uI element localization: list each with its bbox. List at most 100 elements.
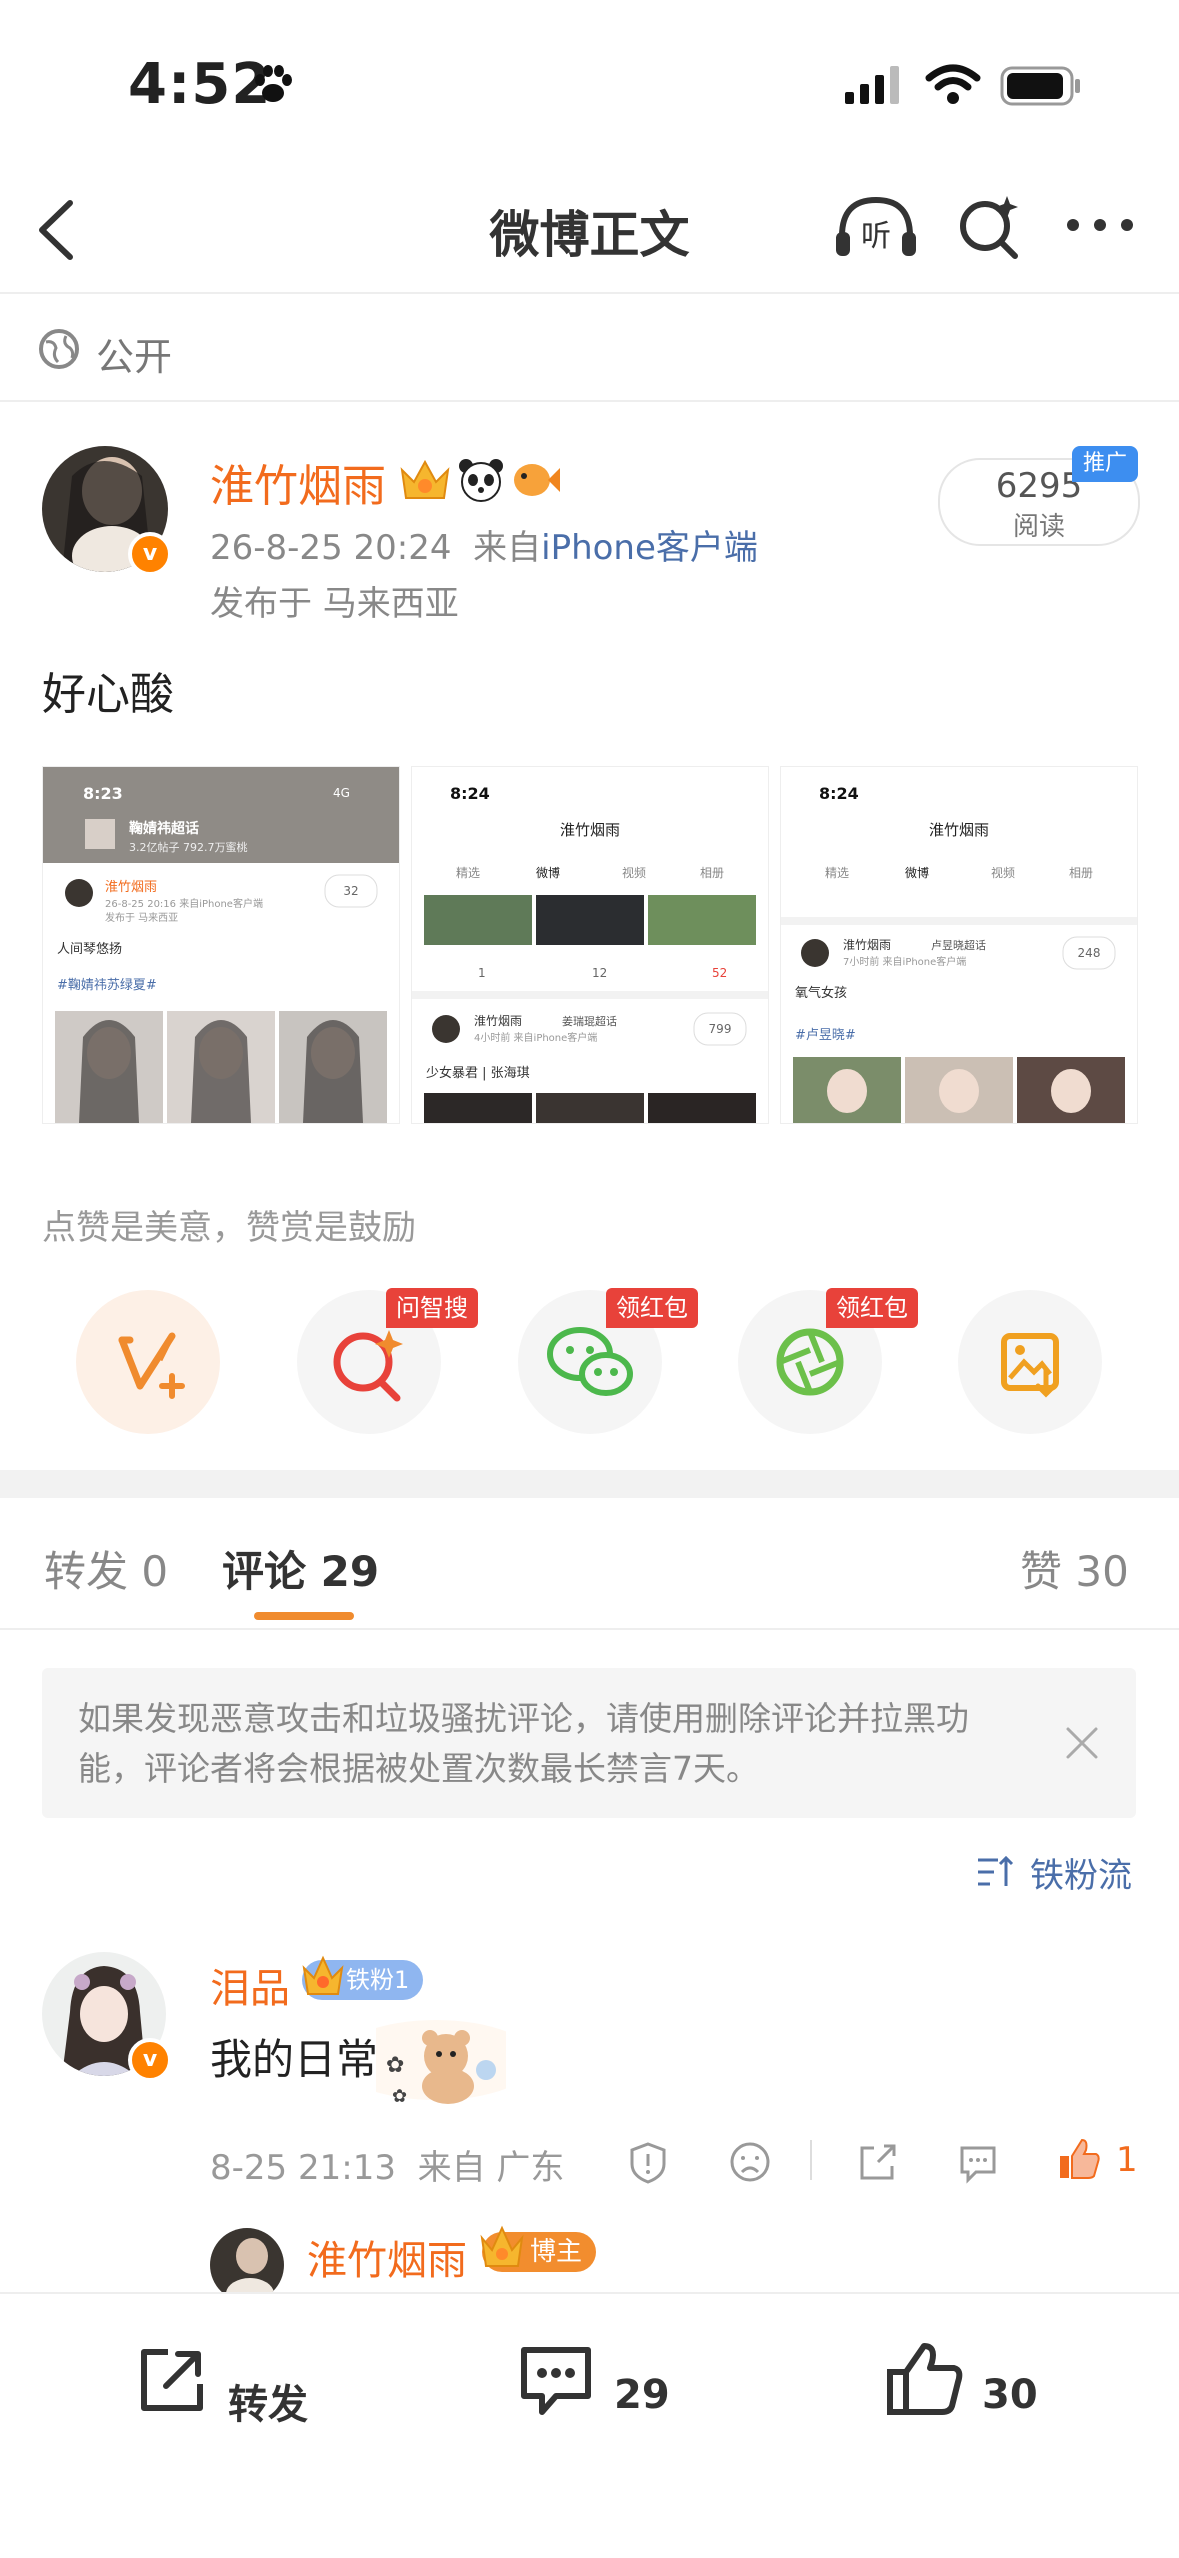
thumb3-time: 8:24 xyxy=(819,784,859,803)
panda-icon xyxy=(458,458,504,502)
fan-badge-label: 铁粉1 xyxy=(346,1966,410,1994)
comment-author[interactable]: 泪品 xyxy=(210,1956,290,2014)
thumb2-title: 淮竹烟雨 xyxy=(560,821,620,839)
v-plus-icon xyxy=(118,1332,185,1399)
thumb2-comments: 12 xyxy=(592,966,607,980)
wechat-redpack-tag: 领红包 xyxy=(606,1288,698,1328)
bear-sticker: ✿ ✿ xyxy=(376,2010,506,2110)
thumb3-name: 淮竹烟雨 xyxy=(843,938,891,952)
thumb1-loc: 发布于 马来西亚 xyxy=(105,911,178,924)
encourage-text: 点赞是美意，赞赏是鼓励 xyxy=(42,1208,416,1248)
paw-icon xyxy=(250,62,296,108)
commenter-verified-badge: v xyxy=(128,2038,172,2082)
post-image-3[interactable]: 8:24 淮竹烟雨 精选 微博 视频 相册 淮竹烟雨 卢昱晓超话 7小时前 来自… xyxy=(780,766,1138,1124)
comment-icon[interactable] xyxy=(516,2340,596,2422)
crown-fan-icon xyxy=(300,1954,346,1998)
thumb1-name: 淮竹烟雨 xyxy=(105,880,157,895)
thumb3-tab-4: 相册 xyxy=(1069,866,1093,880)
tab-like[interactable]: 赞 30 xyxy=(1020,1538,1129,1599)
battery-icon xyxy=(1000,66,1082,106)
sort-label[interactable]: 铁粉流 xyxy=(1030,1848,1132,1897)
tab-repost[interactable]: 转发 0 xyxy=(44,1538,168,1599)
thumb2-tab-2: 微博 xyxy=(536,865,560,880)
repost-icon[interactable] xyxy=(134,2342,210,2418)
reply-author[interactable]: 淮竹烟雨 xyxy=(307,2228,467,2286)
thumb1-time: 8:23 xyxy=(83,784,123,803)
thumb1-sub: 3.2亿帖子 792.7万蜜桃 xyxy=(129,840,247,854)
dislike-icon[interactable] xyxy=(728,2140,772,2184)
thumb2-tab-4: 相册 xyxy=(700,866,724,880)
bottom-action-bar: 转发 29 30 xyxy=(0,2292,1179,2558)
active-tab-indicator xyxy=(254,1612,354,1620)
thumb3-tab-3: 视频 xyxy=(991,865,1015,880)
wifi-icon xyxy=(925,62,981,106)
thumb1-count: 32 xyxy=(343,884,358,898)
thumb1-line1: 人间琴悠扬 xyxy=(57,942,122,957)
post-timestamp: 26-8-25 20:24 xyxy=(210,528,452,568)
thumb3-tab-1: 精选 xyxy=(825,866,849,880)
thumb2-likes: 52 xyxy=(712,966,727,980)
globe-icon xyxy=(38,328,80,370)
reply-avatar[interactable] xyxy=(210,2228,284,2302)
post-image-2[interactable]: 8:24 淮竹烟雨 精选 微博 视频 相册 1 12 52 淮竹烟雨 姜瑞琨超话… xyxy=(411,766,769,1124)
reply-icon[interactable] xyxy=(956,2140,1000,2184)
ask-search-tag: 问智搜 xyxy=(386,1288,478,1328)
moments-redpack-tag: 领红包 xyxy=(826,1288,918,1328)
promo-badge[interactable]: 推广 xyxy=(1072,446,1138,482)
thumb3-count: 248 xyxy=(1078,946,1101,960)
thumb3-tag: #卢昱晓# xyxy=(795,1027,856,1043)
action-divider xyxy=(810,2140,812,2180)
comment-like-count: 1 xyxy=(1116,2140,1138,2180)
cellular-signal-icon xyxy=(845,66,901,104)
tab-comment[interactable]: 评论 29 xyxy=(222,1538,379,1599)
crown-host-icon xyxy=(478,2224,526,2270)
comment-time: 8-25 21:13 xyxy=(210,2148,396,2188)
post-text: 好心酸 xyxy=(42,669,174,720)
report-icon[interactable] xyxy=(626,2140,670,2184)
reward-button[interactable] xyxy=(76,1290,220,1434)
crown-badge-icon xyxy=(398,456,452,504)
notice-text: 如果发现恶意攻击和垃圾骚扰评论，请使用删除评论并拉黑功能，评论者将会根据被处置次… xyxy=(78,1699,969,1788)
thumb1-title: 鞠婧祎超话 xyxy=(129,820,199,837)
sort-icon[interactable] xyxy=(976,1852,1016,1892)
listen-button[interactable]: 听 xyxy=(832,192,920,262)
tabs-divider xyxy=(0,1628,1179,1630)
thumb2-tab-3: 视频 xyxy=(622,865,646,880)
post-source-prefix: 来自 xyxy=(473,528,542,568)
more-icon[interactable] xyxy=(1065,210,1135,240)
author-name[interactable]: 淮竹烟雨 xyxy=(210,450,386,514)
visibility-divider xyxy=(0,400,1179,402)
save-image-button[interactable] xyxy=(958,1290,1102,1434)
share-icon[interactable] xyxy=(856,2140,900,2184)
thumb1-tag: #鞠婧祎苏绿夏# xyxy=(57,977,157,993)
thumb3-title: 淮竹烟雨 xyxy=(929,821,989,839)
thumb2-name: 淮竹烟雨 xyxy=(474,1014,522,1028)
svg-text:✿: ✿ xyxy=(392,2086,407,2107)
thumbs-up-icon[interactable] xyxy=(884,2338,966,2420)
visibility-label: 公开 xyxy=(96,335,173,379)
thumb2-line1: 少女暴君 | 张海琪 xyxy=(426,1065,530,1081)
section-separator xyxy=(0,1470,1179,1498)
comment-notice: 如果发现恶意攻击和垃圾骚扰评论，请使用删除评论并拉黑功能，评论者将会根据被处置次… xyxy=(42,1668,1136,1818)
bottom-comment-count[interactable]: 29 xyxy=(614,2372,670,2418)
post-source[interactable]: iPhone客户端 xyxy=(541,528,758,568)
comment-source: 广东 xyxy=(496,2148,565,2188)
thumb2-reposts: 1 xyxy=(478,966,486,980)
like-icon[interactable] xyxy=(1056,2136,1102,2182)
read-label: 阅读 xyxy=(1012,512,1065,542)
svg-text:听: 听 xyxy=(861,219,891,254)
comment-text: 我的日常 xyxy=(210,2035,379,2084)
search-icon[interactable] xyxy=(955,192,1025,262)
post-image-1[interactable]: 8:23 4G 鞠婧祎超话 3.2亿帖子 792.7万蜜桃 淮竹烟雨 26-8-… xyxy=(42,766,400,1124)
thumb2-count: 799 xyxy=(709,1022,732,1036)
thumb3-topic: 卢昱晓超话 xyxy=(931,938,986,952)
close-icon[interactable] xyxy=(1062,1723,1102,1763)
thumb1-date: 26-8-25 20:16 来自iPhone客户端 xyxy=(105,897,263,910)
thumb2-time: 8:24 xyxy=(450,784,490,803)
bottom-like-count[interactable]: 30 xyxy=(982,2372,1038,2418)
svg-text:4G: 4G xyxy=(333,786,350,800)
comment-meta: 8-25 21:13 来自 广东 xyxy=(210,2140,564,2189)
bottom-repost-label[interactable]: 转发 xyxy=(228,2372,308,2430)
thumb2-tab-1: 精选 xyxy=(456,866,480,880)
host-badge-label: 博主 xyxy=(530,2237,583,2267)
